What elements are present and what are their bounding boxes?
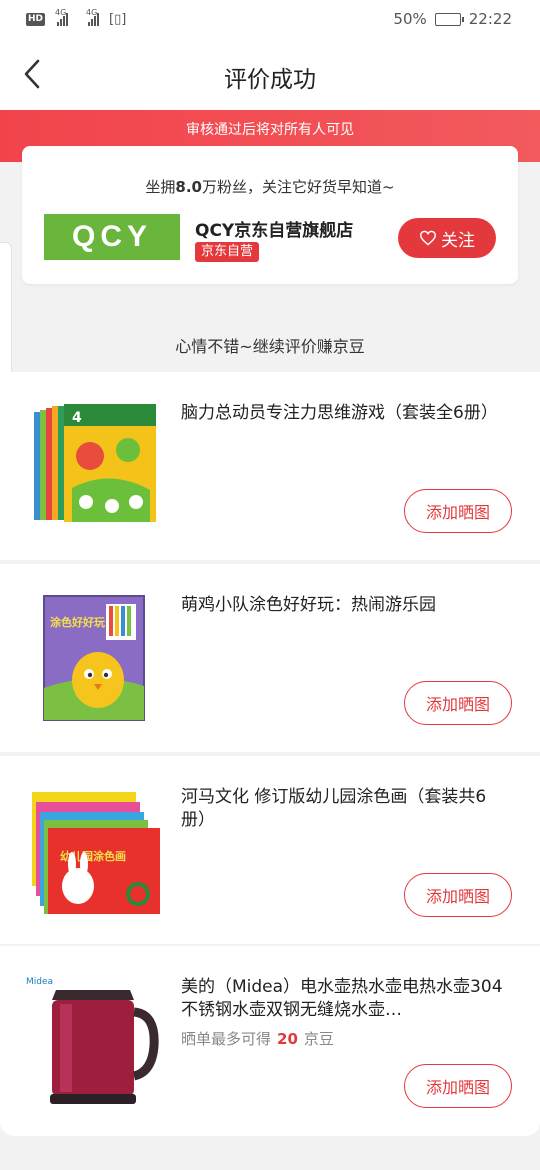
hint-suffix: 万粉丝，关注它好货早知道~: [202, 178, 395, 196]
store-card: 坐拥8.0万粉丝，关注它好货早知道~ QCY QCY京东自营旗舰店 京东自营 关…: [22, 146, 518, 284]
add-photo-button[interactable]: 添加晒图: [404, 489, 512, 533]
follow-button[interactable]: 关注: [398, 218, 496, 258]
self-operated-badge: 京东自营: [195, 242, 260, 262]
add-photo-button[interactable]: 添加晒图: [404, 681, 512, 725]
clock: 22:22: [468, 10, 512, 28]
hd-badge: HD: [26, 12, 46, 26]
fan-count: 8.0: [175, 178, 202, 196]
section-title: 心情不错~继续评价赚京豆: [175, 337, 365, 356]
product-title[interactable]: 美的（Midea）电水壶热水壶电热水壶304不锈钢水壶双钢无缝烧水壶…: [181, 976, 511, 1022]
battery-percent: 50%: [393, 10, 427, 28]
banner-text: 审核通过后将对所有人可见: [186, 122, 354, 138]
hint-prefix: 坐拥: [145, 178, 176, 196]
svg-text:4: 4: [72, 410, 82, 426]
product-item: Midea 美的（Midea）电水壶热水壶电热水壶304不锈钢水壶双钢无缝烧水壶…: [0, 946, 540, 1136]
heart-icon: [419, 230, 437, 246]
reward-suffix: 京豆: [303, 1030, 334, 1048]
signal-icon: 4G: [55, 8, 69, 26]
product-title[interactable]: 河马文化 修订版幼儿园涂色画（套装共6册）: [181, 786, 511, 832]
signal-icon-2: 4G: [86, 8, 100, 26]
product-item: 4 脑力总动员专注力思维游戏（套装全6册） 添加晒图: [0, 372, 540, 560]
product-item: 幼儿园涂色画 河马文化 修订版幼儿园涂色画（套装共6册） 添加晒图: [0, 756, 540, 944]
follow-label: 关注: [441, 230, 475, 251]
nav-bar: 评价成功: [0, 38, 540, 110]
page-title: 评价成功: [224, 67, 316, 93]
product-image[interactable]: Midea: [26, 972, 162, 1108]
vibrate-icon: [▯]: [109, 11, 127, 27]
add-photo-button[interactable]: 添加晒图: [404, 1064, 512, 1108]
store-follow-hint: 坐拥8.0万粉丝，关注它好货早知道~: [22, 176, 518, 197]
product-item: 涂色好好玩 萌鸡小队涂色好好玩：热闹游乐园 添加晒图: [0, 564, 540, 752]
reward-count: 20: [277, 1030, 298, 1048]
product-title[interactable]: 萌鸡小队涂色好好玩：热闹游乐园: [181, 594, 511, 617]
reward-prefix: 晒单最多可得: [181, 1030, 272, 1048]
reward-hint: 晒单最多可得 20 京豆: [181, 1028, 334, 1049]
product-image[interactable]: 4: [26, 398, 162, 534]
product-image[interactable]: 幼儿园涂色画: [26, 782, 162, 918]
book-cover-title: 涂色好好玩: [50, 615, 105, 629]
battery-icon: [434, 12, 464, 26]
status-left: HD 4G 4G [▯]: [26, 8, 127, 27]
product-brand-label: Midea: [26, 977, 53, 987]
store-name[interactable]: QCY京东自营旗舰店: [195, 216, 353, 241]
product-image[interactable]: 涂色好好玩: [26, 590, 162, 726]
signal-type-label: 4G: [55, 8, 67, 17]
add-photo-button[interactable]: 添加晒图: [404, 873, 512, 917]
status-bar: HD 4G 4G [▯] 50% 22:22: [0, 0, 540, 38]
product-title[interactable]: 脑力总动员专注力思维游戏（套装全6册）: [181, 402, 511, 425]
status-right: 50% 22:22: [393, 10, 512, 28]
store-logo[interactable]: QCY: [44, 214, 180, 260]
signal-type-label-2: 4G: [86, 8, 98, 17]
